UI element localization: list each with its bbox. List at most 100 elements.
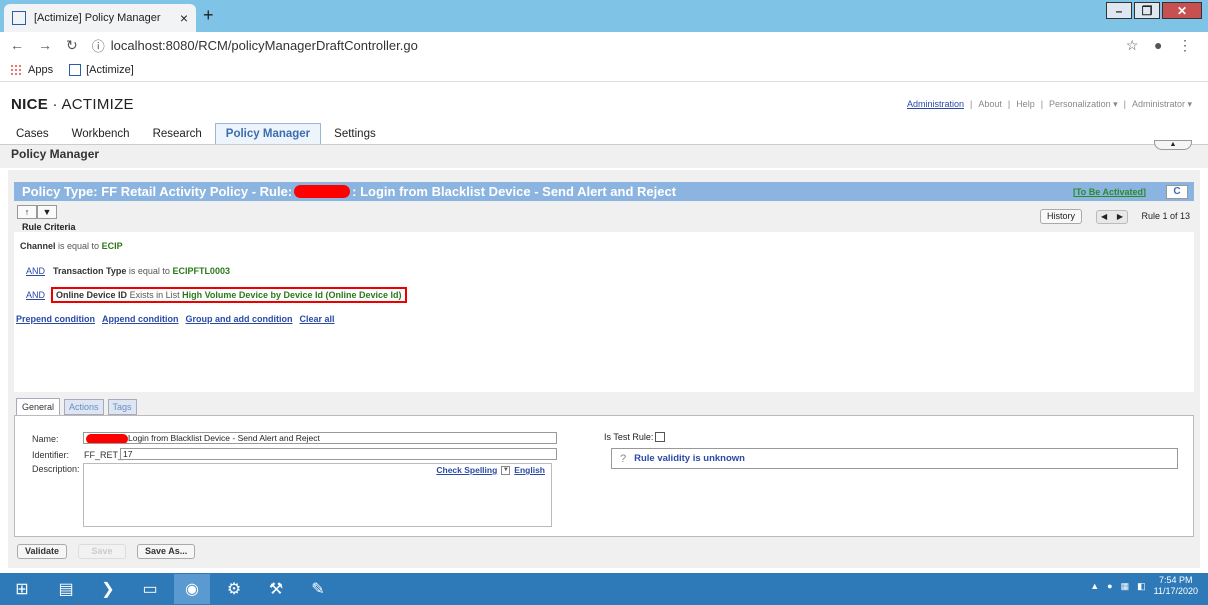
tray-expand-icon[interactable]: ▲ xyxy=(1090,581,1099,591)
actimize-app-icon[interactable]: ✎ xyxy=(300,574,336,604)
volume-icon[interactable]: ◧ xyxy=(1137,581,1146,592)
system-tray: ▲ ● ▦ ◧ 7:54 PM 11/17/2020 xyxy=(1090,575,1198,597)
chrome-icon[interactable]: ◉ xyxy=(174,574,210,604)
nice-actimize-logo: NICE · ACTIMIZE xyxy=(11,96,134,113)
tab-cases[interactable]: Cases xyxy=(6,124,59,144)
is-test-checkbox[interactable] xyxy=(655,432,666,442)
identifier-prefix: FF_RET_ xyxy=(84,450,124,460)
rule-sort-buttons: ↑ ▼ xyxy=(17,205,57,219)
minimize-icon[interactable]: – xyxy=(1106,2,1132,19)
about-link[interactable]: About xyxy=(978,99,1002,110)
question-icon: ? xyxy=(620,452,627,465)
browser-tab[interactable]: [Actimize] Policy Manager × xyxy=(4,4,196,32)
tab-close-icon[interactable]: × xyxy=(180,10,188,26)
save-button[interactable]: Save xyxy=(78,544,127,559)
criteria-row[interactable]: Channel is equal to ECIP xyxy=(20,241,123,251)
page-title: Policy Manager xyxy=(11,147,100,161)
and-link[interactable]: AND xyxy=(26,266,45,276)
bottom-buttons: Validate Save Save As... xyxy=(17,544,196,559)
bookmark-star-icon[interactable]: ☆ xyxy=(1126,37,1139,53)
apps-grid-icon xyxy=(10,63,22,76)
prev-rule-icon[interactable]: ◀ xyxy=(1101,211,1107,223)
profile-icon[interactable]: ● xyxy=(1154,37,1162,53)
page-title-bar xyxy=(0,144,1208,168)
rule-title-suffix: : Login from Blacklist Device - Send Ale… xyxy=(352,184,677,199)
system-clock[interactable]: 7:54 PM 11/17/2020 xyxy=(1154,575,1198,597)
next-rule-icon[interactable]: ▶ xyxy=(1117,211,1123,223)
append-condition-link[interactable]: Append condition xyxy=(102,314,179,324)
window-controls: – ❐ ✕ xyxy=(1104,2,1202,19)
clear-all-link[interactable]: Clear all xyxy=(300,314,335,324)
description-label: Description: xyxy=(32,464,80,474)
top-nav-links: Administration | About | Help | Personaliza… xyxy=(906,99,1192,110)
highlighted-condition: Online Device ID Exists in List High Vol… xyxy=(51,287,407,303)
rule-criteria-heading: Rule Criteria xyxy=(22,222,76,232)
validity-status: ? Rule validity is unknown xyxy=(611,448,1178,469)
server-manager-icon[interactable]: ▤ xyxy=(48,574,84,604)
tab-actions[interactable]: Actions xyxy=(64,399,104,415)
group-add-condition-link[interactable]: Group and add condition xyxy=(186,314,293,324)
help-link[interactable]: Help xyxy=(1016,99,1035,110)
administrator-menu[interactable]: Administrator ▾ xyxy=(1132,99,1192,110)
bookmarks-bar: Apps [Actimize] xyxy=(0,58,1208,82)
back-arrow-icon[interactable]: ← xyxy=(10,37,24,53)
tab-settings[interactable]: Settings xyxy=(324,124,386,144)
check-spelling-link[interactable]: Check Spelling xyxy=(436,465,497,475)
dropdown-icon[interactable]: ▼ xyxy=(37,205,57,219)
history-button[interactable]: History xyxy=(1039,209,1082,224)
actimize-favicon-icon xyxy=(12,11,26,25)
network-tool-icon[interactable]: ⚒ xyxy=(258,574,294,604)
redacted-rule-id xyxy=(294,185,351,198)
prepend-condition-link[interactable]: Prepend condition xyxy=(16,314,95,324)
criteria-row[interactable]: AND Online Device ID Exists in List High … xyxy=(26,287,407,303)
network-icon[interactable]: ▦ xyxy=(1121,581,1130,592)
language-dropdown-icon[interactable]: ▼ xyxy=(501,465,511,475)
tray-alert-icon[interactable]: ● xyxy=(1107,581,1112,591)
url-input[interactable]: localhost:8080/RCM/policyManagerDraftCon… xyxy=(111,38,418,53)
criteria-row[interactable]: AND Transaction Type is equal to ECIPFTL0… xyxy=(26,266,230,276)
maximize-icon[interactable]: ❐ xyxy=(1134,2,1160,19)
name-field[interactable]: Login from Blacklist Device - Send Alert… xyxy=(83,432,557,444)
redacted-rule-id xyxy=(86,433,128,443)
settings-gear-icon[interactable]: ⚙ xyxy=(216,574,252,604)
tab-research[interactable]: Research xyxy=(143,124,212,144)
windows-start-icon[interactable]: ⊞ xyxy=(2,574,42,604)
criteria-action-links: Prepend condition Append condition Group… xyxy=(16,314,335,324)
forward-arrow-icon[interactable]: → xyxy=(38,37,52,53)
sub-tabs: General Actions Tags xyxy=(16,398,141,415)
main-tabs: Cases Workbench Research Policy Manager … xyxy=(0,120,1208,144)
tab-general[interactable]: General xyxy=(16,398,61,415)
tab-tags[interactable]: Tags xyxy=(107,399,137,415)
bookmark-apps[interactable]: Apps xyxy=(10,63,53,76)
menu-dots-icon[interactable]: ⋮ xyxy=(1178,37,1192,53)
personalization-menu[interactable]: Personalization ▾ xyxy=(1049,99,1118,110)
identifier-field[interactable]: 17 xyxy=(120,448,557,460)
language-link[interactable]: English xyxy=(514,465,545,475)
is-test-rule: Is Test Rule: xyxy=(604,432,666,442)
tab-title: [Actimize] Policy Manager xyxy=(34,12,161,24)
description-textarea[interactable]: Check Spelling ▼ English xyxy=(83,463,552,527)
reload-icon[interactable]: ↻ xyxy=(66,37,78,54)
save-as-button[interactable]: Save As... xyxy=(137,544,196,559)
collapse-header-button[interactable]: ▲ xyxy=(1154,140,1192,150)
status-badge[interactable]: [To Be Activated] xyxy=(1073,187,1146,197)
info-icon[interactable]: ⓘ xyxy=(92,36,105,55)
administration-link[interactable]: Administration xyxy=(907,99,964,110)
browser-actions: ☆ ● ⋮ xyxy=(1126,37,1192,54)
tab-workbench[interactable]: Workbench xyxy=(62,124,140,144)
and-link[interactable]: AND xyxy=(26,290,45,300)
powershell-icon[interactable]: ❯ xyxy=(90,574,126,604)
identifier-label: Identifier: xyxy=(32,450,70,460)
move-up-icon[interactable]: ↑ xyxy=(17,205,37,219)
name-label: Name: xyxy=(32,434,59,444)
tab-policy-manager[interactable]: Policy Manager xyxy=(214,123,322,144)
rule-count: Rule 1 of 13 xyxy=(1141,211,1190,221)
validate-button[interactable]: Validate xyxy=(17,544,68,559)
file-explorer-icon[interactable]: ▭ xyxy=(132,574,168,604)
close-window-icon[interactable]: ✕ xyxy=(1162,2,1202,19)
refresh-icon[interactable]: C xyxy=(1166,184,1188,199)
new-tab-button[interactable]: + xyxy=(203,5,214,26)
actimize-bookmark-icon xyxy=(69,63,82,76)
bookmark-actimize[interactable]: [Actimize] xyxy=(69,63,134,76)
is-test-label: Is Test Rule: xyxy=(604,432,654,442)
